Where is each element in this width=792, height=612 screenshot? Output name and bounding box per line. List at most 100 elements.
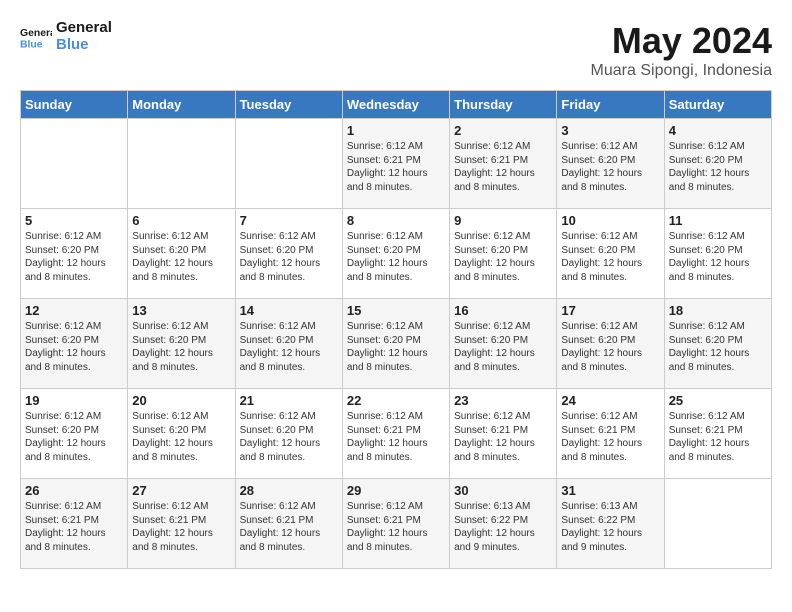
day-info: Sunrise: 6:12 AM Sunset: 6:20 PM Dayligh… bbox=[347, 230, 445, 284]
day-info: Sunrise: 6:12 AM Sunset: 6:20 PM Dayligh… bbox=[25, 230, 123, 284]
day-number: 11 bbox=[669, 213, 767, 228]
day-number: 16 bbox=[454, 303, 552, 318]
day-number: 20 bbox=[132, 393, 230, 408]
day-number: 9 bbox=[454, 213, 552, 228]
header-thursday: Thursday bbox=[450, 91, 557, 119]
calendar-cell: 28 Sunrise: 6:12 AM Sunset: 6:21 PM Dayli… bbox=[235, 479, 342, 569]
day-info: Sunrise: 6:12 AM Sunset: 6:20 PM Dayligh… bbox=[561, 230, 659, 284]
day-info: Sunrise: 6:12 AM Sunset: 6:20 PM Dayligh… bbox=[25, 320, 123, 374]
day-number: 29 bbox=[347, 483, 445, 498]
calendar-cell: 29 Sunrise: 6:12 AM Sunset: 6:21 PM Dayli… bbox=[342, 479, 449, 569]
day-info: Sunrise: 6:12 AM Sunset: 6:21 PM Dayligh… bbox=[347, 410, 445, 464]
calendar-cell: 4Sunrise: 6:12 AM Sunset: 6:20 PM Daylig… bbox=[664, 119, 771, 209]
day-info: Sunrise: 6:12 AM Sunset: 6:21 PM Dayligh… bbox=[669, 410, 767, 464]
calendar-cell: 10 Sunrise: 6:12 AM Sunset: 6:20 PM Dayli… bbox=[557, 209, 664, 299]
calendar-cell: 27 Sunrise: 6:12 AM Sunset: 6:21 PM Dayli… bbox=[128, 479, 235, 569]
calendar-cell: 15 Sunrise: 6:12 AM Sunset: 6:20 PM Dayli… bbox=[342, 299, 449, 389]
calendar-cell: 19Sunrise: 6:12 AM Sunset: 6:20 PM Dayli… bbox=[21, 389, 128, 479]
day-number: 25 bbox=[669, 393, 767, 408]
day-info: Sunrise: 6:12 AM Sunset: 6:20 PM Dayligh… bbox=[454, 320, 552, 374]
day-number: 22 bbox=[347, 393, 445, 408]
calendar-cell bbox=[128, 119, 235, 209]
logo-line1: General bbox=[56, 20, 112, 37]
day-info: Sunrise: 6:12 AM Sunset: 6:21 PM Dayligh… bbox=[347, 140, 445, 194]
calendar-cell: 1 Sunrise: 6:12 AM Sunset: 6:21 PM Daylig… bbox=[342, 119, 449, 209]
calendar-cell: 3Sunrise: 6:12 AM Sunset: 6:20 PM Daylig… bbox=[557, 119, 664, 209]
calendar-cell bbox=[664, 479, 771, 569]
day-number: 31 bbox=[561, 483, 659, 498]
day-number: 8 bbox=[347, 213, 445, 228]
calendar-cell: 24Sunrise: 6:12 AM Sunset: 6:21 PM Dayli… bbox=[557, 389, 664, 479]
day-info: Sunrise: 6:12 AM Sunset: 6:20 PM Dayligh… bbox=[132, 320, 230, 374]
logo-line2: Blue bbox=[56, 37, 112, 54]
day-info: Sunrise: 6:12 AM Sunset: 6:20 PM Dayligh… bbox=[132, 230, 230, 284]
header-wednesday: Wednesday bbox=[342, 91, 449, 119]
header-sunday: Sunday bbox=[21, 91, 128, 119]
day-info: Sunrise: 6:12 AM Sunset: 6:20 PM Dayligh… bbox=[240, 230, 338, 284]
day-number: 26 bbox=[25, 483, 123, 498]
svg-text:Blue: Blue bbox=[20, 39, 43, 50]
calendar-cell: 31 Sunrise: 6:13 AM Sunset: 6:22 PM Dayli… bbox=[557, 479, 664, 569]
day-number: 4 bbox=[669, 123, 767, 138]
day-info: Sunrise: 6:12 AM Sunset: 6:21 PM Dayligh… bbox=[454, 140, 552, 194]
calendar-cell bbox=[235, 119, 342, 209]
calendar-cell: 16 Sunrise: 6:12 AM Sunset: 6:20 PM Dayli… bbox=[450, 299, 557, 389]
day-number: 14 bbox=[240, 303, 338, 318]
calendar-title: May 2024 bbox=[591, 20, 772, 62]
day-info: Sunrise: 6:12 AM Sunset: 6:20 PM Dayligh… bbox=[240, 410, 338, 464]
calendar-cell: 11 Sunrise: 6:12 AM Sunset: 6:20 PM Dayli… bbox=[664, 209, 771, 299]
calendar-cell: 14Sunrise: 6:12 AM Sunset: 6:20 PM Dayli… bbox=[235, 299, 342, 389]
day-number: 27 bbox=[132, 483, 230, 498]
day-info: Sunrise: 6:13 AM Sunset: 6:22 PM Dayligh… bbox=[561, 500, 659, 554]
day-number: 15 bbox=[347, 303, 445, 318]
day-number: 24 bbox=[561, 393, 659, 408]
calendar-cell: 26 Sunrise: 6:12 AM Sunset: 6:21 PM Dayli… bbox=[21, 479, 128, 569]
calendar-header-row: SundayMondayTuesdayWednesdayThursdayFrid… bbox=[21, 91, 772, 119]
calendar-cell: 7 Sunrise: 6:12 AM Sunset: 6:20 PM Daylig… bbox=[235, 209, 342, 299]
day-number: 19 bbox=[25, 393, 123, 408]
day-info: Sunrise: 6:12 AM Sunset: 6:20 PM Dayligh… bbox=[132, 410, 230, 464]
calendar-cell: 2 Sunrise: 6:12 AM Sunset: 6:21 PM Daylig… bbox=[450, 119, 557, 209]
day-number: 7 bbox=[240, 213, 338, 228]
header-friday: Friday bbox=[557, 91, 664, 119]
calendar-cell: 18 Sunrise: 6:12 AM Sunset: 6:20 PM Dayli… bbox=[664, 299, 771, 389]
svg-text:General: General bbox=[20, 28, 52, 39]
calendar-cell: 22 Sunrise: 6:12 AM Sunset: 6:21 PM Dayli… bbox=[342, 389, 449, 479]
header-tuesday: Tuesday bbox=[235, 91, 342, 119]
day-number: 2 bbox=[454, 123, 552, 138]
day-info: Sunrise: 6:12 AM Sunset: 6:20 PM Dayligh… bbox=[669, 230, 767, 284]
calendar-cell: 25 Sunrise: 6:12 AM Sunset: 6:21 PM Dayli… bbox=[664, 389, 771, 479]
day-number: 1 bbox=[347, 123, 445, 138]
day-number: 6 bbox=[132, 213, 230, 228]
day-info: Sunrise: 6:13 AM Sunset: 6:22 PM Dayligh… bbox=[454, 500, 552, 554]
calendar-week-5: 26 Sunrise: 6:12 AM Sunset: 6:21 PM Dayli… bbox=[21, 479, 772, 569]
calendar-subtitle: Muara Sipongi, Indonesia bbox=[591, 62, 772, 80]
day-number: 18 bbox=[669, 303, 767, 318]
title-block: May 2024 Muara Sipongi, Indonesia bbox=[591, 20, 772, 80]
day-number: 28 bbox=[240, 483, 338, 498]
calendar-cell: 21Sunrise: 6:12 AM Sunset: 6:20 PM Dayli… bbox=[235, 389, 342, 479]
calendar-cell: 8 Sunrise: 6:12 AM Sunset: 6:20 PM Daylig… bbox=[342, 209, 449, 299]
day-info: Sunrise: 6:12 AM Sunset: 6:21 PM Dayligh… bbox=[347, 500, 445, 554]
day-info: Sunrise: 6:12 AM Sunset: 6:20 PM Dayligh… bbox=[561, 320, 659, 374]
day-number: 5 bbox=[25, 213, 123, 228]
logo: General Blue General Blue bbox=[20, 20, 112, 53]
calendar-week-4: 19 Sunrise: 6:12 AM Sunset: 6:20 PM Dayli… bbox=[21, 389, 772, 479]
day-info: Sunrise: 6:12 AM Sunset: 6:20 PM Dayligh… bbox=[347, 320, 445, 374]
generalblue-logo-icon: General Blue bbox=[20, 23, 52, 51]
day-info: Sunrise: 6:12 AM Sunset: 6:21 PM Dayligh… bbox=[25, 500, 123, 554]
header-saturday: Saturday bbox=[664, 91, 771, 119]
day-info: Sunrise: 6:12 AM Sunset: 6:21 PM Dayligh… bbox=[132, 500, 230, 554]
day-info: Sunrise: 6:12 AM Sunset: 6:20 PM Dayligh… bbox=[669, 320, 767, 374]
day-number: 10 bbox=[561, 213, 659, 228]
calendar-week-3: 12Sunrise: 6:12 AM Sunset: 6:20 PM Dayli… bbox=[21, 299, 772, 389]
calendar-cell: 9Sunrise: 6:12 AM Sunset: 6:20 PM Daylig… bbox=[450, 209, 557, 299]
day-number: 30 bbox=[454, 483, 552, 498]
day-info: Sunrise: 6:12 AM Sunset: 6:20 PM Dayligh… bbox=[561, 140, 659, 194]
day-info: Sunrise: 6:12 AM Sunset: 6:21 PM Dayligh… bbox=[454, 410, 552, 464]
page-header: General Blue General Blue May 2024 Muara… bbox=[20, 20, 772, 80]
day-info: Sunrise: 6:12 AM Sunset: 6:21 PM Dayligh… bbox=[240, 500, 338, 554]
calendar-cell: 12Sunrise: 6:12 AM Sunset: 6:20 PM Dayli… bbox=[21, 299, 128, 389]
calendar-cell: 20 Sunrise: 6:12 AM Sunset: 6:20 PM Dayli… bbox=[128, 389, 235, 479]
calendar-cell: 17Sunrise: 6:12 AM Sunset: 6:20 PM Dayli… bbox=[557, 299, 664, 389]
